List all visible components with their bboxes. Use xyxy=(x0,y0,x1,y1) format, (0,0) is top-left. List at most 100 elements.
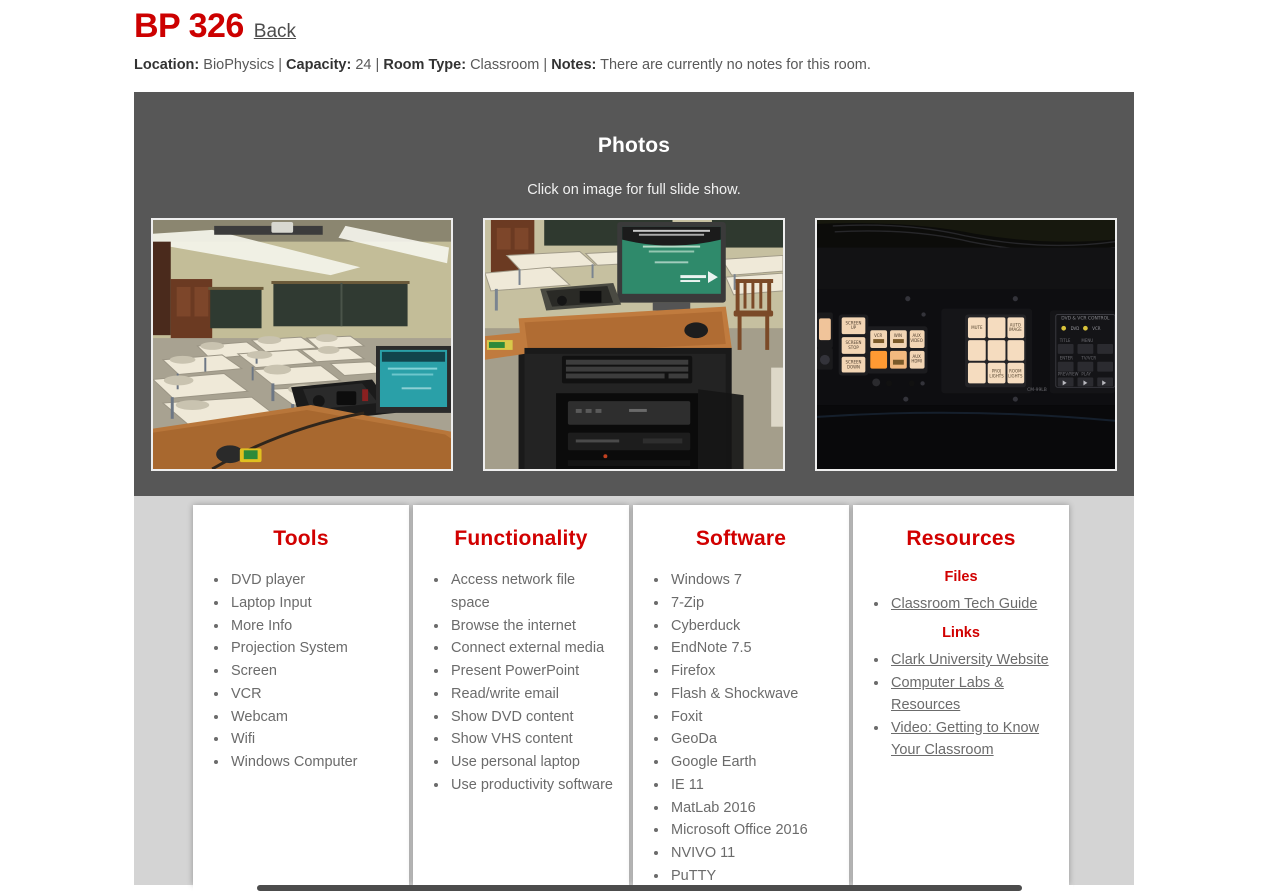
classroom-detail-page: BP 326 Back Location: BioPhysics | Capac… xyxy=(0,0,1268,893)
resource-link[interactable]: Clark University Website xyxy=(891,652,1049,668)
list-item: Foxit xyxy=(669,706,835,729)
photos-subtitle: Click on image for full slide show. xyxy=(527,182,741,198)
list-item: Clark University Website xyxy=(889,649,1055,671)
software-card: Software Windows 77-ZipCyberduckEndNote … xyxy=(633,505,849,885)
svg-text:DVD & VCR CONTROL: DVD & VCR CONTROL xyxy=(1061,315,1110,321)
list-item: Windows Computer xyxy=(229,751,395,774)
photos-panel: Photos Click on image for full slide sho… xyxy=(134,92,1134,496)
room-type-label: Room Type: xyxy=(383,57,467,74)
functionality-heading: Functionality xyxy=(454,527,588,550)
list-item: More Info xyxy=(229,615,395,638)
room-meta: Location: BioPhysics | Capacity: 24 | Ro… xyxy=(134,55,1134,75)
meta-separator-2: | xyxy=(375,57,380,74)
svg-text:TV/VCR: TV/VCR xyxy=(1080,356,1096,361)
list-item: Classroom Tech Guide xyxy=(889,593,1055,615)
horizontal-scrollbar[interactable] xyxy=(193,885,1073,893)
list-item: Cyberduck xyxy=(669,615,835,638)
details-cards: Tools DVD playerLaptop InputMore InfoPro… xyxy=(193,505,1073,885)
functionality-list: Access network file spaceBrowse the inte… xyxy=(427,569,615,797)
list-item: Video: Getting to Know Your Classroom xyxy=(889,717,1055,762)
list-item: Show DVD content xyxy=(449,706,615,729)
svg-text:LIGHTS: LIGHTS xyxy=(1008,373,1023,378)
svg-text:MUTE: MUTE xyxy=(971,325,983,330)
page-title: BP 326 xyxy=(134,7,244,45)
tools-heading: Tools xyxy=(273,527,329,550)
list-item: Present PowerPoint xyxy=(449,660,615,683)
notes-label: Notes: xyxy=(551,57,597,74)
tools-card: Tools DVD playerLaptop InputMore InfoPro… xyxy=(193,505,409,885)
list-item: Flash & Shockwave xyxy=(669,683,835,706)
resources-card: Resources Files Classroom Tech Guide Lin… xyxy=(853,505,1069,885)
files-subheading: Files xyxy=(944,569,978,585)
list-item: Webcam xyxy=(229,706,395,729)
software-list: Windows 77-ZipCyberduckEndNote 7.5Firefo… xyxy=(647,569,835,885)
svg-text:DVD: DVD xyxy=(1071,326,1080,331)
title-row: BP 326 Back xyxy=(134,7,1134,45)
back-link[interactable]: Back xyxy=(254,21,296,43)
list-item: Wifi xyxy=(229,728,395,751)
list-item: Google Earth xyxy=(669,751,835,774)
list-item: IE 11 xyxy=(669,774,835,797)
svg-text:VCR: VCR xyxy=(874,333,882,338)
svg-text:DOWN: DOWN xyxy=(847,365,860,370)
list-item: Firefox xyxy=(669,660,835,683)
svg-text:STOP: STOP xyxy=(848,345,859,350)
list-item: EndNote 7.5 xyxy=(669,637,835,660)
capacity-label: Capacity: xyxy=(286,57,352,74)
list-item: Use productivity software xyxy=(449,774,615,797)
svg-text:WIN: WIN xyxy=(894,333,902,338)
functionality-card: Functionality Access network file spaceB… xyxy=(413,505,629,885)
room-type-value: Classroom xyxy=(470,57,540,74)
photos-title: Photos xyxy=(597,134,671,157)
meta-separator-3: | xyxy=(543,57,548,74)
capacity-value: 24 xyxy=(355,57,372,74)
resources-heading: Resources xyxy=(906,527,1016,550)
av-control-panel-photo[interactable]: SCREEN UP SCREEN STOP SCREEN DOWN VCR WIN AUX xyxy=(815,218,1117,471)
list-item: Access network file space xyxy=(449,569,615,615)
list-item: Use personal laptop xyxy=(449,751,615,774)
list-item: Browse the internet xyxy=(449,615,615,638)
details-section: Tools DVD playerLaptop InputMore InfoPro… xyxy=(134,496,1134,885)
svg-text:UP: UP xyxy=(851,325,857,330)
list-item: Microsoft Office 2016 xyxy=(669,819,835,842)
svg-text:TITLE: TITLE xyxy=(1059,338,1071,343)
meta-separator-1: | xyxy=(278,57,283,74)
svg-text:HDMI: HDMI xyxy=(911,359,922,364)
svg-text:PLAY: PLAY xyxy=(1081,372,1091,377)
location-label: Location: xyxy=(134,57,200,74)
list-item: Read/write email xyxy=(449,683,615,706)
software-heading: Software xyxy=(695,527,787,550)
tools-list: DVD playerLaptop InputMore InfoProjectio… xyxy=(207,569,395,774)
list-item: DVD player xyxy=(229,569,395,592)
svg-text:CM-99LB: CM-99LB xyxy=(1027,387,1047,393)
list-item: Projection System xyxy=(229,637,395,660)
list-item: MatLab 2016 xyxy=(669,797,835,820)
list-item: Show VHS content xyxy=(449,728,615,751)
svg-text:IMAGE: IMAGE xyxy=(1009,327,1022,332)
svg-text:ENTER: ENTER xyxy=(1060,356,1073,361)
list-item: VCR xyxy=(229,683,395,706)
podium-computer-photo[interactable] xyxy=(483,218,785,471)
notes-value: There are currently no notes for this ro… xyxy=(600,57,871,74)
resource-link[interactable]: Classroom Tech Guide xyxy=(891,596,1037,612)
list-item: Windows 7 xyxy=(669,569,835,592)
list-item: Screen xyxy=(229,660,395,683)
list-item: GeoDa xyxy=(669,728,835,751)
svg-text:PREV/REW: PREV/REW xyxy=(1058,372,1079,377)
links-subheading: Links xyxy=(942,625,980,642)
page-header: BP 326 Back Location: BioPhysics | Capac… xyxy=(134,7,1134,76)
svg-text:LIGHTS: LIGHTS xyxy=(989,373,1004,378)
classroom-overview-photo[interactable] xyxy=(151,218,453,471)
resource-link[interactable]: Video: Getting to Know Your Classroom xyxy=(891,720,1039,758)
resource-link[interactable]: Computer Labs & Resources xyxy=(891,675,1004,713)
svg-text:VCR: VCR xyxy=(1092,326,1100,331)
links-list: Clark University Website Computer Labs & … xyxy=(867,649,1055,761)
horizontal-scrollbar-thumb[interactable] xyxy=(257,885,1022,891)
files-list: Classroom Tech Guide xyxy=(867,593,1055,615)
svg-text:VIDEO: VIDEO xyxy=(910,338,923,343)
list-item: Computer Labs & Resources xyxy=(889,672,1055,717)
list-item: NVIVO 11 xyxy=(669,842,835,865)
photo-thumbnails: SCREEN UP SCREEN STOP SCREEN DOWN VCR WIN AUX xyxy=(134,218,1134,471)
svg-text:MENU: MENU xyxy=(1081,338,1093,343)
list-item: 7-Zip xyxy=(669,592,835,615)
